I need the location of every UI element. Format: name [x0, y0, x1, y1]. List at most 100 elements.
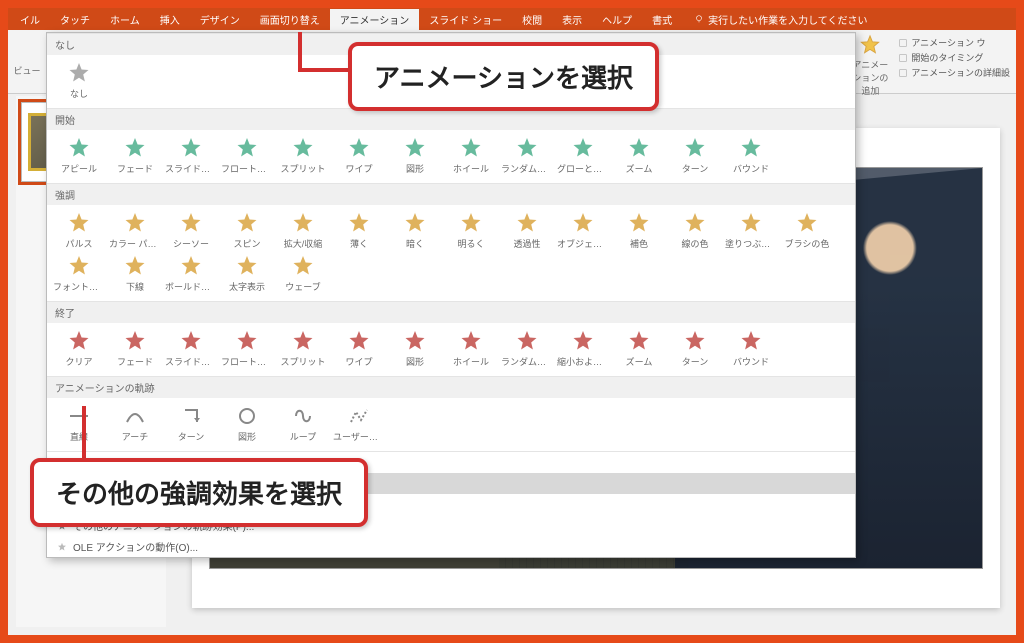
- gallery-item[interactable]: バウンド: [723, 327, 779, 370]
- gallery-item[interactable]: スライドアウト: [163, 327, 219, 370]
- gallery-item[interactable]: シーソー: [163, 209, 219, 252]
- gallery-item[interactable]: アーチ: [107, 402, 163, 445]
- gallery-item[interactable]: パルス: [51, 209, 107, 252]
- gallery-item-label: ループ: [275, 430, 331, 443]
- gallery-item[interactable]: スピン: [219, 209, 275, 252]
- ribbon-tab-9[interactable]: 表示: [552, 9, 592, 30]
- gallery-item-label: ウェーブ: [275, 280, 331, 293]
- gallery-item[interactable]: ランダムスト…: [499, 134, 555, 177]
- gallery-item[interactable]: フェード: [107, 327, 163, 370]
- star-icon: [291, 329, 315, 353]
- gallery-item[interactable]: 縮小および…: [555, 327, 611, 370]
- gallery-section-header: 開始: [47, 108, 855, 130]
- ribbon-tab-4[interactable]: デザイン: [190, 9, 250, 30]
- ribbon-tab-5[interactable]: 画面切り替え: [250, 9, 330, 30]
- ribbon-tab-2[interactable]: ホーム: [100, 9, 150, 30]
- star-icon: [571, 211, 595, 235]
- gallery-item[interactable]: ワイプ: [331, 327, 387, 370]
- gallery-item-label: スライドアウト: [163, 355, 219, 368]
- gallery-item[interactable]: ブラシの色: [779, 209, 835, 252]
- gallery-item[interactable]: ランダムスト…: [499, 327, 555, 370]
- gallery-item[interactable]: フロートアウト: [219, 327, 275, 370]
- gallery-item[interactable]: オブジェクト …: [555, 209, 611, 252]
- ribbon-tab-3[interactable]: 挿入: [150, 9, 190, 30]
- gallery-item[interactable]: スプリット: [275, 134, 331, 177]
- star-icon: [179, 329, 203, 353]
- gallery-item[interactable]: 透過性: [499, 209, 555, 252]
- gallery-item[interactable]: ワイプ: [331, 134, 387, 177]
- gallery-item[interactable]: ユーザー設…: [331, 402, 387, 445]
- gallery-item[interactable]: フェード: [107, 134, 163, 177]
- gallery-item[interactable]: 明るく: [443, 209, 499, 252]
- gallery-item-label: 補色: [611, 237, 667, 250]
- gallery-item[interactable]: アピール: [51, 134, 107, 177]
- star-icon: [571, 136, 595, 160]
- ribbon-tab-1[interactable]: タッチ: [50, 9, 100, 30]
- gallery-item[interactable]: グローとターン: [555, 134, 611, 177]
- star-icon: [235, 254, 259, 278]
- gallery-item[interactable]: 塗りつぶしの色: [723, 209, 779, 252]
- gallery-item[interactable]: 拡大/収縮: [275, 209, 331, 252]
- animation-advanced-link-1[interactable]: 開始のタイミング: [898, 51, 1010, 64]
- gallery-item[interactable]: 図形: [219, 402, 275, 445]
- gallery-item[interactable]: ホイール: [443, 134, 499, 177]
- gallery-item[interactable]: ズーム: [611, 134, 667, 177]
- gallery-item-label: ワイプ: [331, 355, 387, 368]
- gallery-section-row: アピールフェードスライドインフロートインスプリットワイプ図形ホイールランダムスト…: [47, 130, 855, 183]
- gallery-item[interactable]: 図形: [387, 134, 443, 177]
- gallery-item-label: フォントの色: [51, 280, 107, 293]
- ribbon-tab-11[interactable]: 書式: [642, 9, 682, 30]
- gallery-item[interactable]: フォントの色: [51, 252, 107, 295]
- star-icon: [67, 254, 91, 278]
- gallery-more-link[interactable]: OLE アクションの動作(O)...: [47, 536, 855, 557]
- gallery-item[interactable]: バウンド: [723, 134, 779, 177]
- gallery-item[interactable]: ループ: [275, 402, 331, 445]
- gallery-item-label: 直線: [51, 430, 107, 443]
- tell-me-search[interactable]: 実行したい作業を入力してください: [682, 12, 867, 27]
- star-icon: [291, 254, 315, 278]
- ribbon-tab-0[interactable]: イル: [10, 9, 50, 30]
- gallery-item-label: フロートイン: [219, 162, 275, 175]
- star-icon: [179, 136, 203, 160]
- gallery-item[interactable]: 補色: [611, 209, 667, 252]
- gallery-item-label: シーソー: [163, 237, 219, 250]
- gallery-item[interactable]: 図形: [387, 327, 443, 370]
- callout-leader: [298, 68, 352, 72]
- gallery-section-header: 終了: [47, 301, 855, 323]
- gallery-item-label: カラー パルス: [107, 237, 163, 250]
- ribbon-tab-bar: イルタッチホーム挿入デザイン画面切り替えアニメーションスライド ショー校閲表示ヘ…: [8, 8, 1016, 30]
- gallery-item[interactable]: スプリット: [275, 327, 331, 370]
- gallery-item[interactable]: なし: [51, 59, 107, 102]
- gallery-item[interactable]: 太字表示: [219, 252, 275, 295]
- gallery-item[interactable]: カラー パルス: [107, 209, 163, 252]
- gallery-item-label: フロートアウト: [219, 355, 275, 368]
- gallery-item-label: 下線: [107, 280, 163, 293]
- gallery-item[interactable]: フロートイン: [219, 134, 275, 177]
- gallery-item[interactable]: スライドイン: [163, 134, 219, 177]
- gallery-item[interactable]: ズーム: [611, 327, 667, 370]
- gallery-item[interactable]: 線の色: [667, 209, 723, 252]
- ribbon-tab-6[interactable]: アニメーション: [330, 9, 420, 30]
- star-icon: [795, 211, 819, 235]
- gallery-item[interactable]: ボールドフラ…: [163, 252, 219, 295]
- gallery-item[interactable]: ウェーブ: [275, 252, 331, 295]
- gallery-item[interactable]: 暗く: [387, 209, 443, 252]
- gallery-item[interactable]: 薄く: [331, 209, 387, 252]
- star-icon: [123, 329, 147, 353]
- ribbon-tab-10[interactable]: ヘルプ: [592, 9, 642, 30]
- star-icon: [515, 136, 539, 160]
- ribbon-tab-7[interactable]: スライド ショー: [419, 9, 512, 30]
- star-icon: [627, 211, 651, 235]
- gallery-item[interactable]: ターン: [667, 327, 723, 370]
- animation-advanced-link-0[interactable]: アニメーション ウ: [898, 36, 1010, 49]
- gallery-item[interactable]: ホイール: [443, 327, 499, 370]
- gallery-item[interactable]: 直線: [51, 402, 107, 445]
- gallery-item-label: 拡大/収縮: [275, 237, 331, 250]
- ribbon-tab-8[interactable]: 校閲: [512, 9, 552, 30]
- gallery-item[interactable]: ターン: [163, 402, 219, 445]
- gallery-item[interactable]: ターン: [667, 134, 723, 177]
- gallery-item[interactable]: 下線: [107, 252, 163, 295]
- gallery-item-label: なし: [51, 87, 107, 100]
- animation-advanced-link-2[interactable]: アニメーションの詳細設: [898, 66, 1010, 79]
- gallery-item[interactable]: クリア: [51, 327, 107, 370]
